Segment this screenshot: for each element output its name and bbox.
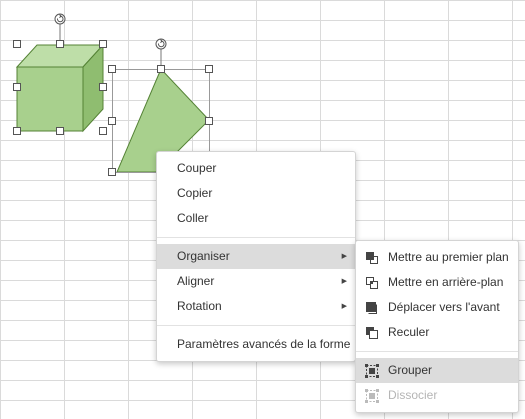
menu-item-label: Reculer	[388, 325, 430, 339]
resize-handle[interactable]	[56, 127, 64, 135]
send-backward-icon	[366, 327, 378, 339]
send-to-back-icon	[366, 277, 378, 289]
menu-item-label: Mettre au premier plan	[388, 250, 509, 264]
menu-item-label: Déplacer vers l'avant	[388, 300, 500, 314]
menu-item-label: Organiser	[177, 249, 230, 263]
menu-item-align[interactable]: Aligner ▶	[157, 269, 355, 294]
resize-handle[interactable]	[205, 65, 213, 73]
menu-item-bring-forward[interactable]: Déplacer vers l'avant	[356, 295, 518, 320]
menu-item-label: Aligner	[177, 274, 215, 288]
menu-item-copy[interactable]: Copier	[157, 181, 355, 206]
menu-item-label: Rotation	[177, 299, 222, 313]
cube-shape[interactable]	[15, 43, 105, 133]
menu-item-label: Dissocier	[388, 388, 438, 402]
menu-item-label: Coller	[177, 211, 209, 225]
context-menu: Couper Copier Coller Organiser ▶ Aligner…	[156, 151, 356, 362]
menu-item-label: Couper	[177, 161, 217, 175]
resize-handle[interactable]	[56, 40, 64, 48]
resize-handle[interactable]	[13, 40, 21, 48]
arrange-submenu: Mettre au premier plan Mettre en arrière…	[355, 240, 519, 413]
resize-handle[interactable]	[205, 117, 213, 125]
menu-item-group[interactable]: Grouper	[356, 358, 518, 383]
menu-item-label: Grouper	[388, 363, 433, 377]
resize-handle[interactable]	[13, 127, 21, 135]
menu-item-paste[interactable]: Coller	[157, 206, 355, 231]
ungroup-icon	[365, 389, 379, 403]
triangle-rotate-handle-icon[interactable]	[155, 38, 167, 50]
submenu-arrow-icon: ▶	[341, 253, 347, 260]
resize-handle[interactable]	[99, 40, 107, 48]
menu-item-bring-to-front[interactable]: Mettre au premier plan	[356, 245, 518, 270]
group-icon	[365, 364, 379, 378]
menu-item-send-backward[interactable]: Reculer	[356, 320, 518, 345]
bring-to-front-icon	[366, 252, 378, 264]
resize-handle[interactable]	[108, 117, 116, 125]
menu-item-label: Copier	[177, 186, 213, 200]
menu-item-advanced-shape-settings[interactable]: Paramètres avancés de la forme	[157, 332, 355, 357]
submenu-arrow-icon: ▶	[341, 303, 347, 310]
menu-item-label: Mettre en arrière-plan	[388, 275, 504, 289]
menu-item-ungroup[interactable]: Dissocier	[356, 383, 518, 408]
menu-separator	[356, 351, 518, 352]
cube-front-face	[16, 66, 84, 132]
resize-handle[interactable]	[99, 127, 107, 135]
menu-item-send-to-back[interactable]: Mettre en arrière-plan	[356, 270, 518, 295]
menu-separator	[157, 325, 355, 326]
menu-separator	[157, 237, 355, 238]
menu-item-rotation[interactable]: Rotation ▶	[157, 294, 355, 319]
menu-item-label: Paramètres avancés de la forme	[177, 337, 351, 351]
resize-handle[interactable]	[108, 168, 116, 176]
resize-handle[interactable]	[99, 83, 107, 91]
menu-item-cut[interactable]: Couper	[157, 156, 355, 181]
bring-forward-icon	[366, 302, 377, 314]
submenu-arrow-icon: ▶	[341, 278, 347, 285]
resize-handle[interactable]	[157, 65, 165, 73]
resize-handle[interactable]	[13, 83, 21, 91]
menu-item-arrange[interactable]: Organiser ▶	[157, 244, 355, 269]
cube-rotate-handle-icon[interactable]	[54, 13, 66, 25]
resize-handle[interactable]	[108, 65, 116, 73]
